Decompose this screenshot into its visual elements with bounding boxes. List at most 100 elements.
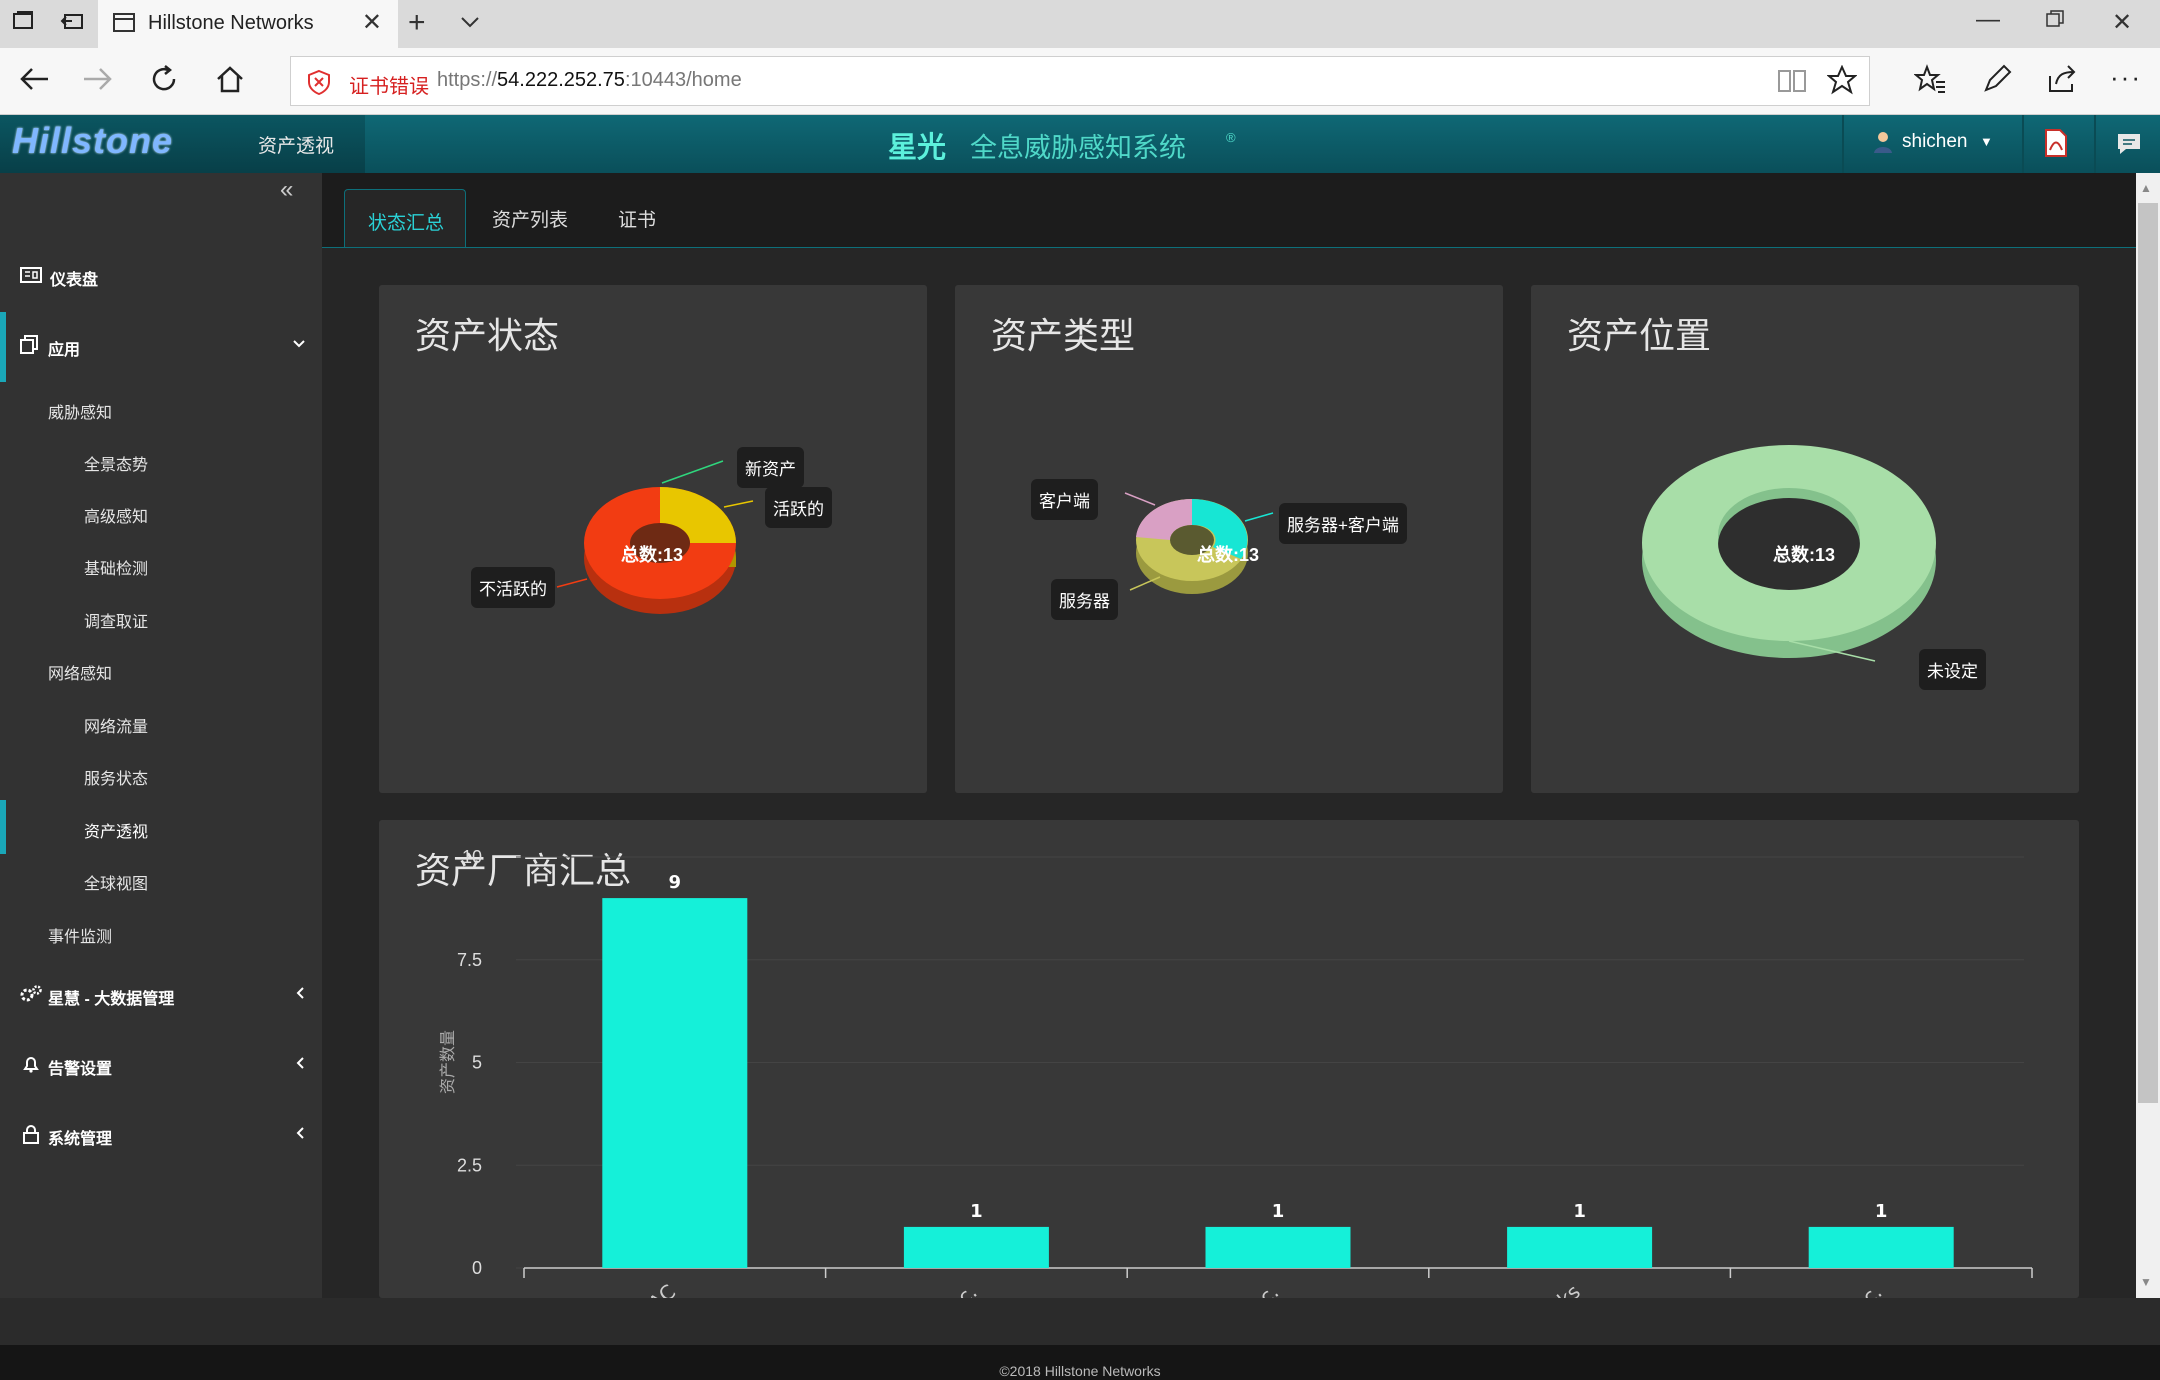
active-indicator [0, 800, 6, 854]
share-icon[interactable] [2046, 64, 2078, 99]
sidebar-item-asset-view[interactable]: 资产透视 [84, 818, 148, 842]
sidebar-item-threat-perception[interactable]: 威胁感知 [48, 399, 112, 423]
home-icon[interactable] [214, 63, 246, 102]
status-total: 总数:13 [621, 545, 684, 565]
hillstone-logo[interactable]: Hillstone [12, 120, 173, 162]
y-tick-label: 7.5 [457, 950, 482, 970]
sidebar-item-dashboard[interactable]: 仪表盘 [0, 265, 322, 289]
scroll-down-icon[interactable]: ▼ [2140, 1275, 2152, 1289]
tab-certificates[interactable]: 证书 [618, 205, 656, 232]
label-server[interactable]: 服务器 [1051, 579, 1118, 620]
tab-summary-label: 状态汇总 [367, 213, 444, 234]
new-asset-leader [661, 460, 724, 484]
bar[interactable] [1507, 1226, 1653, 1268]
page-scrollbar[interactable]: ▲ ▼ [2136, 173, 2160, 1298]
sidebar-item-alerts[interactable]: 告警设置 [0, 1054, 322, 1078]
sidebar-item-forensics[interactable]: 调查取证 [84, 608, 148, 632]
set-aside-tabs-icon[interactable] [60, 8, 86, 43]
chevron-left-icon [294, 986, 306, 1005]
bell-icon [22, 1055, 40, 1078]
sidebar-item-panorama[interactable]: 全景态势 [84, 451, 148, 475]
sidebar-item-basic-detection[interactable]: 基础检测 [84, 555, 148, 579]
vendor-summary-card: 资产厂商汇总 02.557.510资产数量9ned MAC1are, Inc.1… [379, 820, 2079, 1298]
tab-list-icon[interactable] [12, 8, 36, 43]
label-server-client[interactable]: 服务器+客户端 [1279, 503, 1407, 544]
chevron-left-icon [294, 1056, 306, 1075]
bar[interactable] [1205, 1226, 1351, 1268]
sidebar-item-network-traffic[interactable]: 网络流量 [84, 713, 148, 737]
close-tab-icon[interactable]: ✕ [362, 8, 382, 37]
reading-view-icon[interactable] [1777, 67, 1807, 100]
refresh-icon[interactable] [148, 63, 180, 102]
sidebar-item-advanced[interactable]: 高级感知 [84, 503, 148, 527]
x-tick-label: Networks [1497, 1279, 1584, 1298]
url-text[interactable]: https://54.222.252.75:10443/home [437, 69, 742, 92]
asset-status-donut[interactable] [379, 285, 927, 793]
bar-value-label: 1 [970, 1201, 983, 1222]
bar-value-label: 1 [1272, 1201, 1285, 1222]
pdf-report-icon[interactable] [2044, 128, 2068, 163]
product-brand: 星光 [888, 132, 947, 164]
sidebar-item-apps[interactable]: 应用 [0, 335, 322, 359]
label-unset[interactable]: 未设定 [1919, 649, 1986, 690]
asset-status-card: 资产状态 总数:13 新资产 活跃的 不活跃的 [379, 285, 927, 793]
username[interactable]: shichen [1902, 131, 1968, 153]
bar[interactable] [903, 1226, 1049, 1268]
forward-icon[interactable] [82, 64, 114, 101]
tab-asset-list[interactable]: 资产列表 [492, 205, 568, 232]
url-bar[interactable]: 证书错误 https://54.222.252.75:10443/home [290, 56, 1870, 106]
favorites-icon[interactable] [1913, 64, 1946, 99]
y-axis-label: 资产数量 [439, 1030, 457, 1094]
certificate-warning-icon[interactable] [307, 69, 331, 100]
sidebar-item-service-status[interactable]: 服务状态 [84, 765, 148, 789]
new-tab-icon[interactable]: + [408, 6, 426, 40]
sidebar-label-apps: 应用 [48, 342, 81, 359]
sidebar-label-alerts: 告警设置 [48, 1061, 113, 1078]
bar[interactable] [1808, 1226, 1954, 1268]
footer: ©2018 Hillstone Networks [0, 1345, 2160, 1380]
browser-tab[interactable]: Hillstone Networks ✕ [98, 0, 398, 48]
label-inactive[interactable]: 不活跃的 [471, 567, 555, 608]
message-icon[interactable] [2116, 132, 2142, 161]
sidebar-item-event-monitor[interactable]: 事件监测 [48, 923, 112, 947]
tab-summary[interactable]: 状态汇总 [344, 189, 466, 247]
user-avatar-icon[interactable] [1872, 130, 1894, 159]
user-dropdown-icon[interactable]: ▼ [1980, 134, 1993, 149]
sidebar-item-bigdata[interactable]: 星慧 - 大数据管理 [0, 984, 322, 1008]
sidebar-item-global-view[interactable]: 全球视图 [84, 870, 148, 894]
close-window-icon[interactable]: ✕ [2112, 8, 2132, 37]
sidebar-label-bigdata: 星慧 - 大数据管理 [48, 991, 175, 1008]
scroll-up-icon[interactable]: ▲ [2140, 181, 2152, 195]
asset-type-donut[interactable] [955, 285, 1503, 793]
notes-pen-icon[interactable] [1982, 64, 2012, 99]
x-tick-label: ned MAC [597, 1279, 680, 1298]
type-total: 总数:13 [1197, 545, 1260, 565]
bar-value-label: 9 [669, 872, 682, 893]
asset-location-card: 资产位置 总数:13 未设定 [1531, 285, 2079, 793]
header-divider [2022, 115, 2024, 173]
dashboard-icon [20, 267, 42, 288]
chevron-left-icon [294, 1126, 306, 1145]
vendor-bar-chart[interactable]: 0 2.5 5 7.5 10 资产数量 9 ned MAC 1 are, Inc. 1 ter, In… [379, 820, 2079, 1298]
label-active[interactable]: 活跃的 [765, 487, 832, 528]
label-client[interactable]: 客户端 [1031, 479, 1098, 520]
favorite-star-icon[interactable] [1826, 64, 1858, 100]
bar[interactable] [602, 898, 748, 1268]
bar-value-label: 1 [1573, 1201, 1586, 1222]
restore-icon[interactable] [2044, 8, 2066, 37]
minimize-icon[interactable]: — [1976, 6, 2000, 34]
x-tick-label: ple, Inc. [1810, 1279, 1886, 1298]
more-options-icon[interactable]: ··· [2110, 62, 2142, 93]
tab-title: Hillstone Networks [148, 12, 314, 34]
tab-preview-icon[interactable] [458, 10, 482, 41]
collapse-sidebar-icon[interactable]: « [280, 176, 293, 204]
certificate-error-label[interactable]: 证书错误 [349, 70, 429, 99]
client-leader [1124, 492, 1156, 506]
asset-location-donut[interactable] [1531, 285, 2079, 793]
module-title[interactable]: 资产透视 [258, 131, 334, 158]
label-new-asset[interactable]: 新资产 [737, 447, 804, 488]
sidebar-item-network-perception[interactable]: 网络感知 [48, 660, 112, 684]
back-icon[interactable] [18, 64, 50, 101]
scroll-thumb[interactable] [2138, 203, 2158, 1103]
sidebar-item-system[interactable]: 系统管理 [0, 1124, 322, 1148]
